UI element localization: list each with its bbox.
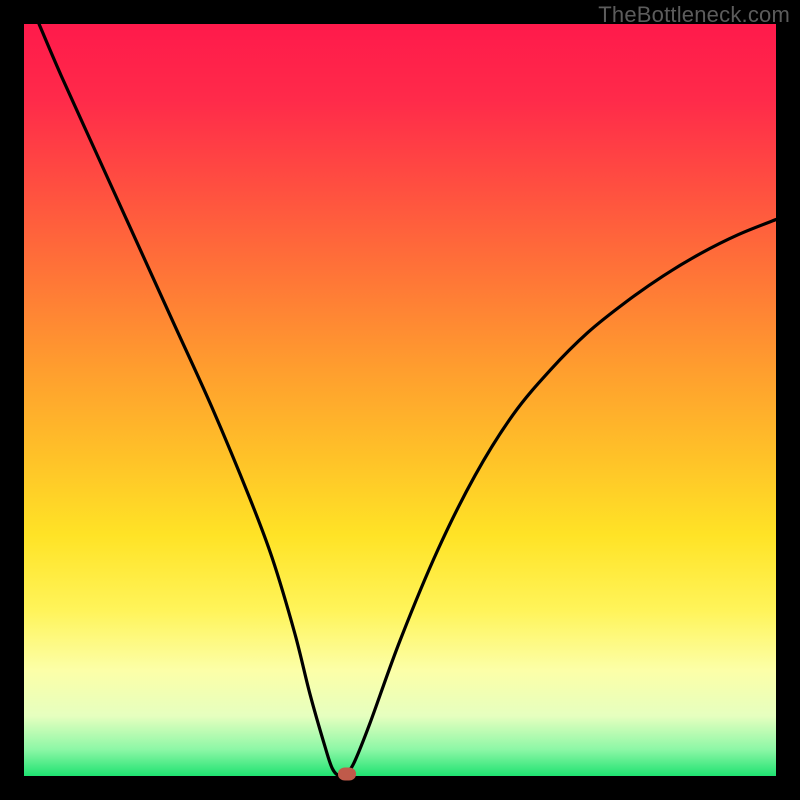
plot-area <box>24 24 776 776</box>
chart-frame: TheBottleneck.com <box>0 0 800 800</box>
bottleneck-curve <box>39 24 776 776</box>
curve-svg <box>24 24 776 776</box>
optimum-marker <box>338 768 356 781</box>
